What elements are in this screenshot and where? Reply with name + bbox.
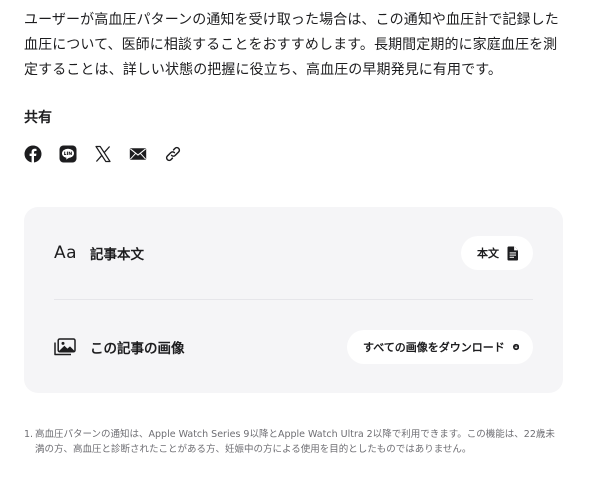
footnote-text: 高血圧パターンの通知は、Apple Watch Series 9以降とApple…: [35, 429, 555, 455]
article-resources-card: Aa 記事本文 本文 この記事の画像 すべての画像をダウンロード: [24, 207, 563, 393]
article-text-label: 記事本文: [90, 247, 144, 263]
download-icon: [512, 343, 519, 351]
article-text-title: Aa 記事本文: [54, 243, 144, 263]
mail-icon: [129, 148, 147, 160]
images-title: この記事の画像: [54, 337, 185, 357]
footnote: 1. 高血圧パターンの通知は、Apple Watch Series 9以降とAp…: [24, 427, 564, 457]
download-all-images-button[interactable]: すべての画像をダウンロード: [347, 330, 533, 364]
view-article-text-button[interactable]: 本文: [461, 236, 533, 270]
link-icon: [165, 146, 181, 162]
download-all-images-label: すべての画像をダウンロード: [363, 341, 505, 354]
share-heading: 共有: [24, 110, 52, 126]
card-divider: [54, 299, 533, 300]
images-icon: [54, 338, 76, 356]
mail-share-button[interactable]: [129, 145, 147, 163]
view-article-text-label: 本文: [477, 247, 499, 260]
images-label: この記事の画像: [90, 341, 185, 357]
x-share-button[interactable]: [94, 145, 112, 163]
x-icon: [95, 145, 111, 163]
share-buttons: [24, 145, 182, 163]
page: ユーザーが高血圧パターンの通知を受け取った場合は、この通知や血圧計で記録した血圧…: [0, 0, 590, 498]
footnote-number: 1.: [24, 429, 34, 440]
text-size-icon: Aa: [54, 243, 78, 263]
article-paragraph: ユーザーが高血圧パターンの通知を受け取った場合は、この通知や血圧計で記録した血圧…: [24, 12, 559, 78]
copy-link-button[interactable]: [164, 145, 182, 163]
line-icon: [59, 145, 77, 163]
document-icon: [507, 246, 518, 260]
article-text-row: Aa 記事本文 本文: [54, 236, 533, 270]
images-row: この記事の画像 すべての画像をダウンロード: [54, 330, 533, 364]
facebook-share-button[interactable]: [24, 145, 42, 163]
line-share-button[interactable]: [59, 145, 77, 163]
facebook-icon: [24, 145, 42, 163]
